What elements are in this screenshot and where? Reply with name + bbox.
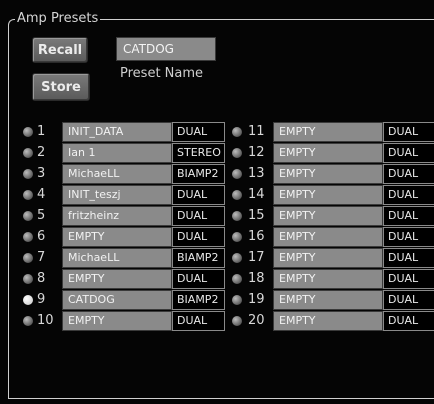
preset-indicator-icon[interactable] [232, 316, 242, 326]
preset-indicator-icon[interactable] [232, 169, 242, 179]
preset-mode: DUAL [172, 185, 225, 205]
preset-name-label: Preset Name [120, 66, 204, 81]
preset-name[interactable]: EMPTY [273, 206, 383, 226]
preset-indicator-icon[interactable] [232, 232, 242, 242]
preset-name[interactable]: EMPTY [273, 164, 383, 184]
preset-number: 16 [248, 229, 265, 244]
preset-mode: DUAL [383, 269, 434, 289]
preset-number: 9 [37, 292, 46, 307]
preset-name[interactable]: EMPTY [273, 227, 383, 247]
preset-mode: DUAL [172, 122, 225, 142]
preset-number: 1 [37, 124, 46, 139]
preset-number: 7 [37, 250, 46, 265]
preset-name[interactable]: EMPTY [62, 269, 172, 289]
preset-number: 2 [37, 145, 46, 160]
preset-mode: BIAMP2 [172, 290, 225, 310]
preset-mode: BIAMP2 [172, 164, 225, 184]
preset-indicator-icon[interactable] [232, 295, 242, 305]
preset-indicator-icon[interactable] [23, 253, 33, 263]
preset-indicator-icon[interactable] [23, 316, 33, 326]
preset-indicator-icon[interactable] [23, 190, 33, 200]
preset-number: 20 [248, 313, 265, 328]
preset-mode: DUAL [383, 248, 434, 268]
preset-name[interactable]: INIT_DATA [62, 122, 172, 142]
preset-name[interactable]: CATDOG [62, 290, 172, 310]
preset-number: 13 [248, 166, 265, 181]
preset-indicator-icon[interactable] [232, 211, 242, 221]
preset-name[interactable]: EMPTY [273, 185, 383, 205]
preset-name[interactable]: INIT_teszj [62, 185, 172, 205]
preset-mode: DUAL [172, 206, 225, 226]
preset-mode: DUAL [172, 269, 225, 289]
preset-mode: STEREO [172, 143, 225, 163]
preset-mode: BIAMP2 [172, 248, 225, 268]
preset-indicator-icon[interactable] [232, 253, 242, 263]
preset-mode: DUAL [383, 122, 434, 142]
store-button[interactable]: Store [32, 73, 90, 101]
preset-indicator-icon[interactable] [23, 211, 33, 221]
preset-indicator-icon[interactable] [23, 148, 33, 158]
preset-name[interactable]: EMPTY [62, 311, 172, 331]
preset-number: 14 [248, 187, 265, 202]
preset-number: 10 [37, 313, 54, 328]
preset-name[interactable]: MichaeLL [62, 248, 172, 268]
preset-mode: DUAL [172, 227, 225, 247]
preset-number: 17 [248, 250, 265, 265]
preset-indicator-icon[interactable] [23, 232, 33, 242]
preset-indicator-icon[interactable] [23, 127, 33, 137]
preset-number: 3 [37, 166, 46, 181]
preset-name[interactable]: EMPTY [273, 122, 383, 142]
preset-number: 11 [248, 124, 265, 139]
preset-number: 4 [37, 187, 46, 202]
recall-button[interactable]: Recall [32, 37, 88, 63]
preset-name[interactable]: EMPTY [273, 269, 383, 289]
preset-mode: DUAL [383, 206, 434, 226]
preset-mode: DUAL [383, 311, 434, 331]
preset-number: 5 [37, 208, 46, 223]
preset-mode: DUAL [383, 185, 434, 205]
preset-name[interactable]: EMPTY [273, 290, 383, 310]
preset-name[interactable]: EMPTY [273, 143, 383, 163]
preset-number: 6 [37, 229, 46, 244]
preset-name[interactable]: EMPTY [273, 248, 383, 268]
preset-name[interactable]: EMPTY [273, 311, 383, 331]
preset-number: 8 [37, 271, 46, 286]
preset-name[interactable]: MichaeLL [62, 164, 172, 184]
preset-mode: DUAL [383, 290, 434, 310]
preset-mode: DUAL [383, 143, 434, 163]
preset-indicator-icon[interactable] [23, 295, 33, 305]
preset-indicator-icon[interactable] [232, 190, 242, 200]
preset-indicator-icon[interactable] [23, 274, 33, 284]
preset-number: 18 [248, 271, 265, 286]
preset-name[interactable]: fritzheinz [62, 206, 172, 226]
preset-name[interactable]: EMPTY [62, 227, 172, 247]
preset-indicator-icon[interactable] [232, 148, 242, 158]
preset-indicator-icon[interactable] [232, 127, 242, 137]
preset-name[interactable]: Ian 1 [62, 143, 172, 163]
preset-number: 12 [248, 145, 265, 160]
preset-number: 15 [248, 208, 265, 223]
preset-indicator-icon[interactable] [232, 274, 242, 284]
preset-mode: DUAL [383, 227, 434, 247]
preset-mode: DUAL [383, 164, 434, 184]
preset-name-field[interactable]: CATDOG [116, 37, 216, 61]
preset-indicator-icon[interactable] [23, 169, 33, 179]
preset-mode: DUAL [172, 311, 225, 331]
preset-number: 19 [248, 292, 265, 307]
amp-presets-title: Amp Presets [15, 11, 101, 27]
